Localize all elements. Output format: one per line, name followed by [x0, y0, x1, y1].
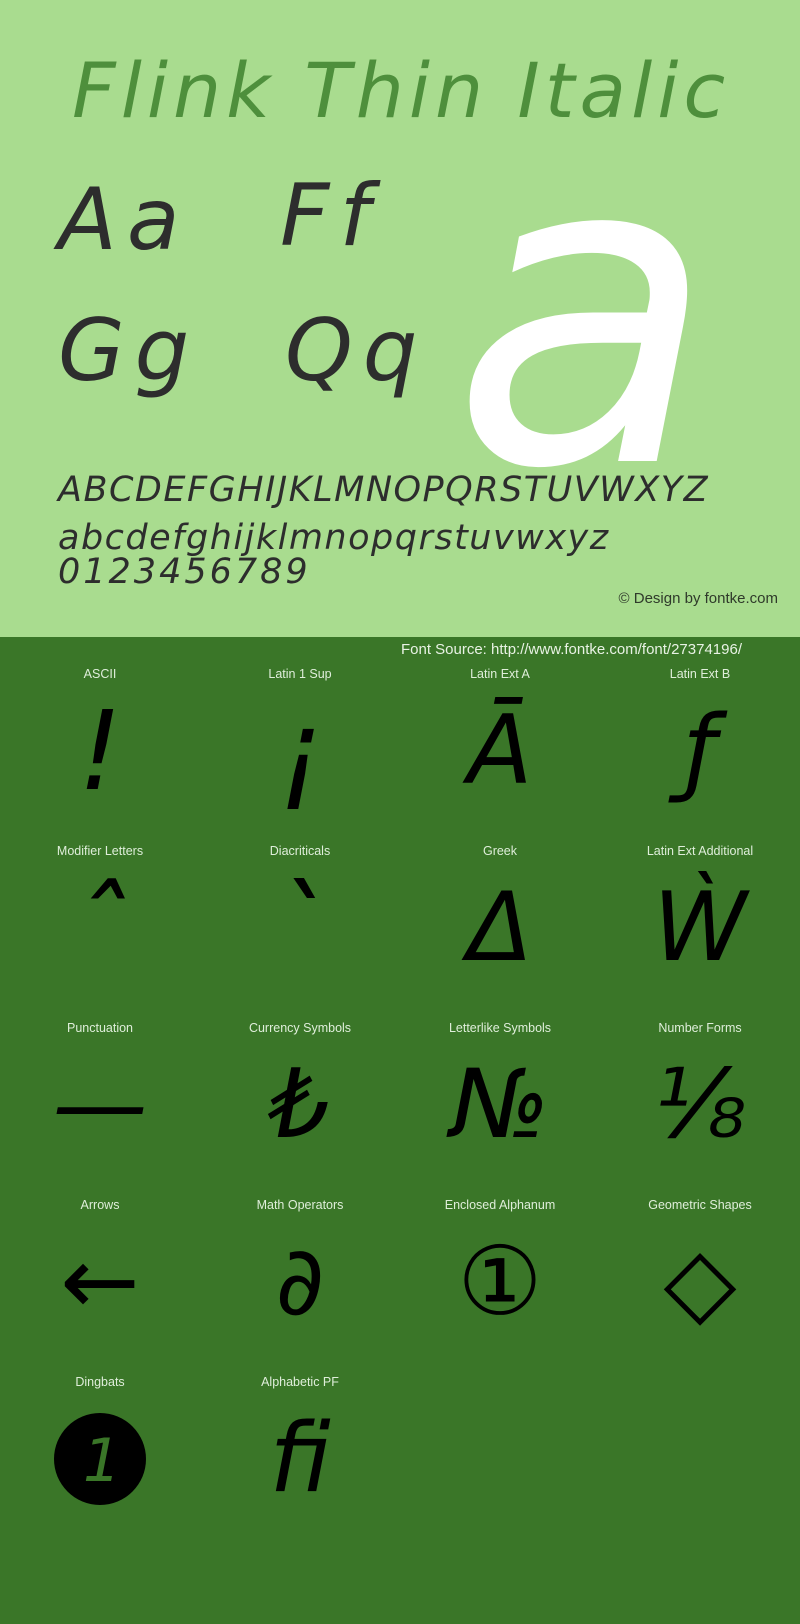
unicode-block-cell-empty — [600, 1361, 800, 1538]
block-label: ASCII — [83, 667, 117, 681]
unicode-block-cell: Letterlike Symbols № — [400, 1007, 600, 1184]
font-specimen-page: Flink Thin Italic Aa Ff Gg Qq a ABCDEFGH… — [0, 0, 800, 1624]
block-sample-glyph: Δ — [467, 872, 533, 983]
block-sample-glyph: ① — [457, 1226, 543, 1337]
block-label: Punctuation — [66, 1021, 134, 1035]
block-label: Math Operators — [256, 1198, 344, 1212]
unicode-block-cell: Greek Δ — [400, 830, 600, 1007]
unicode-block-cell: Dingbats 1 — [0, 1361, 200, 1538]
letter-pair-gg: Gg — [58, 301, 200, 401]
letter-pair-qq: Qq — [285, 301, 428, 401]
letter-pair-aa: Aa — [58, 170, 190, 270]
unicode-block-cell: Punctuation — — [0, 1007, 200, 1184]
copyright-notice: © Design by fontke.com — [618, 590, 778, 607]
block-sample-glyph: ¡ — [277, 687, 323, 815]
block-label: Alphabetic PF — [261, 1375, 339, 1389]
digits-row: 0123456789 — [58, 552, 311, 592]
block-sample-glyph: Ā — [467, 695, 533, 806]
unicode-block-cell: Modifier Letters ˆ — [0, 830, 200, 1007]
block-label: Greek — [482, 844, 518, 858]
glyph-coverage-panel: Font Source: http://www.fontke.com/font/… — [0, 637, 800, 1624]
block-sample-glyph: Ẁ — [653, 872, 747, 983]
unicode-block-grid: ASCII ! Latin 1 Sup ¡ Latin Ext A Ā Lati… — [0, 653, 800, 1538]
unicode-block-cell: Arrows ← — [0, 1184, 200, 1361]
unicode-block-cell: Geometric Shapes ◇ — [600, 1184, 800, 1361]
unicode-block-cell: Currency Symbols ₺ — [200, 1007, 400, 1184]
hero-panel: Flink Thin Italic Aa Ff Gg Qq a ABCDEFGH… — [0, 0, 800, 637]
block-sample-glyph: ◇ — [663, 1226, 737, 1337]
large-sample-glyph: a — [452, 63, 716, 563]
block-label: Modifier Letters — [56, 844, 144, 858]
unicode-block-cell: Math Operators ∂ — [200, 1184, 400, 1361]
unicode-block-cell: Latin Ext Additional Ẁ — [600, 830, 800, 1007]
block-sample-glyph: ﬁ — [269, 1403, 331, 1514]
block-sample-glyph: ₺ — [269, 1049, 331, 1160]
block-sample-glyph: ⅛ — [653, 1049, 747, 1160]
unicode-block-cell: Enclosed Alphanum ① — [400, 1184, 600, 1361]
block-label: Latin 1 Sup — [268, 667, 332, 681]
unicode-block-cell: Diacriticals ` — [200, 830, 400, 1007]
unicode-block-cell: Number Forms ⅛ — [600, 1007, 800, 1184]
block-label: Geometric Shapes — [648, 1198, 752, 1212]
unicode-block-cell: Alphabetic PF ﬁ — [200, 1361, 400, 1538]
block-label: Latin Ext Additional — [646, 844, 754, 858]
block-sample-glyph: ƒ — [683, 695, 717, 806]
unicode-block-cell: Latin Ext A Ā — [400, 653, 600, 830]
block-label: Arrows — [80, 1198, 120, 1212]
block-label: Dingbats — [75, 1375, 125, 1389]
unicode-block-cell: Latin Ext B ƒ — [600, 653, 800, 830]
uppercase-alphabet: ABCDEFGHIJKLMNOPQRSTUVWXYZ — [58, 470, 710, 510]
block-label: Number Forms — [658, 1021, 742, 1035]
block-sample-glyph: № — [450, 1049, 550, 1160]
unicode-block-cell-empty — [400, 1361, 600, 1538]
block-sample-glyph: ` — [272, 864, 328, 992]
letter-pair-group: Aa Ff Gg Qq a — [0, 98, 800, 528]
block-label: Diacriticals — [269, 844, 331, 858]
block-label: Enclosed Alphanum — [444, 1198, 556, 1212]
block-sample-glyph: — — [52, 1049, 148, 1160]
block-sample-glyph: ! — [77, 687, 123, 815]
block-sample-glyph: ˆ — [72, 864, 128, 992]
block-label: Latin Ext A — [470, 667, 530, 681]
letter-pair-ff: Ff — [280, 166, 380, 266]
block-sample-glyph: ← — [60, 1226, 140, 1337]
block-sample-glyph: ∂ — [275, 1226, 325, 1337]
block-label: Currency Symbols — [248, 1021, 352, 1035]
unicode-block-cell: Latin 1 Sup ¡ — [200, 653, 400, 830]
dingbat-circled-one-icon: 1 — [0, 1389, 200, 1529]
unicode-block-cell: ASCII ! — [0, 653, 200, 830]
block-label: Latin Ext B — [669, 667, 731, 681]
block-label: Letterlike Symbols — [448, 1021, 552, 1035]
